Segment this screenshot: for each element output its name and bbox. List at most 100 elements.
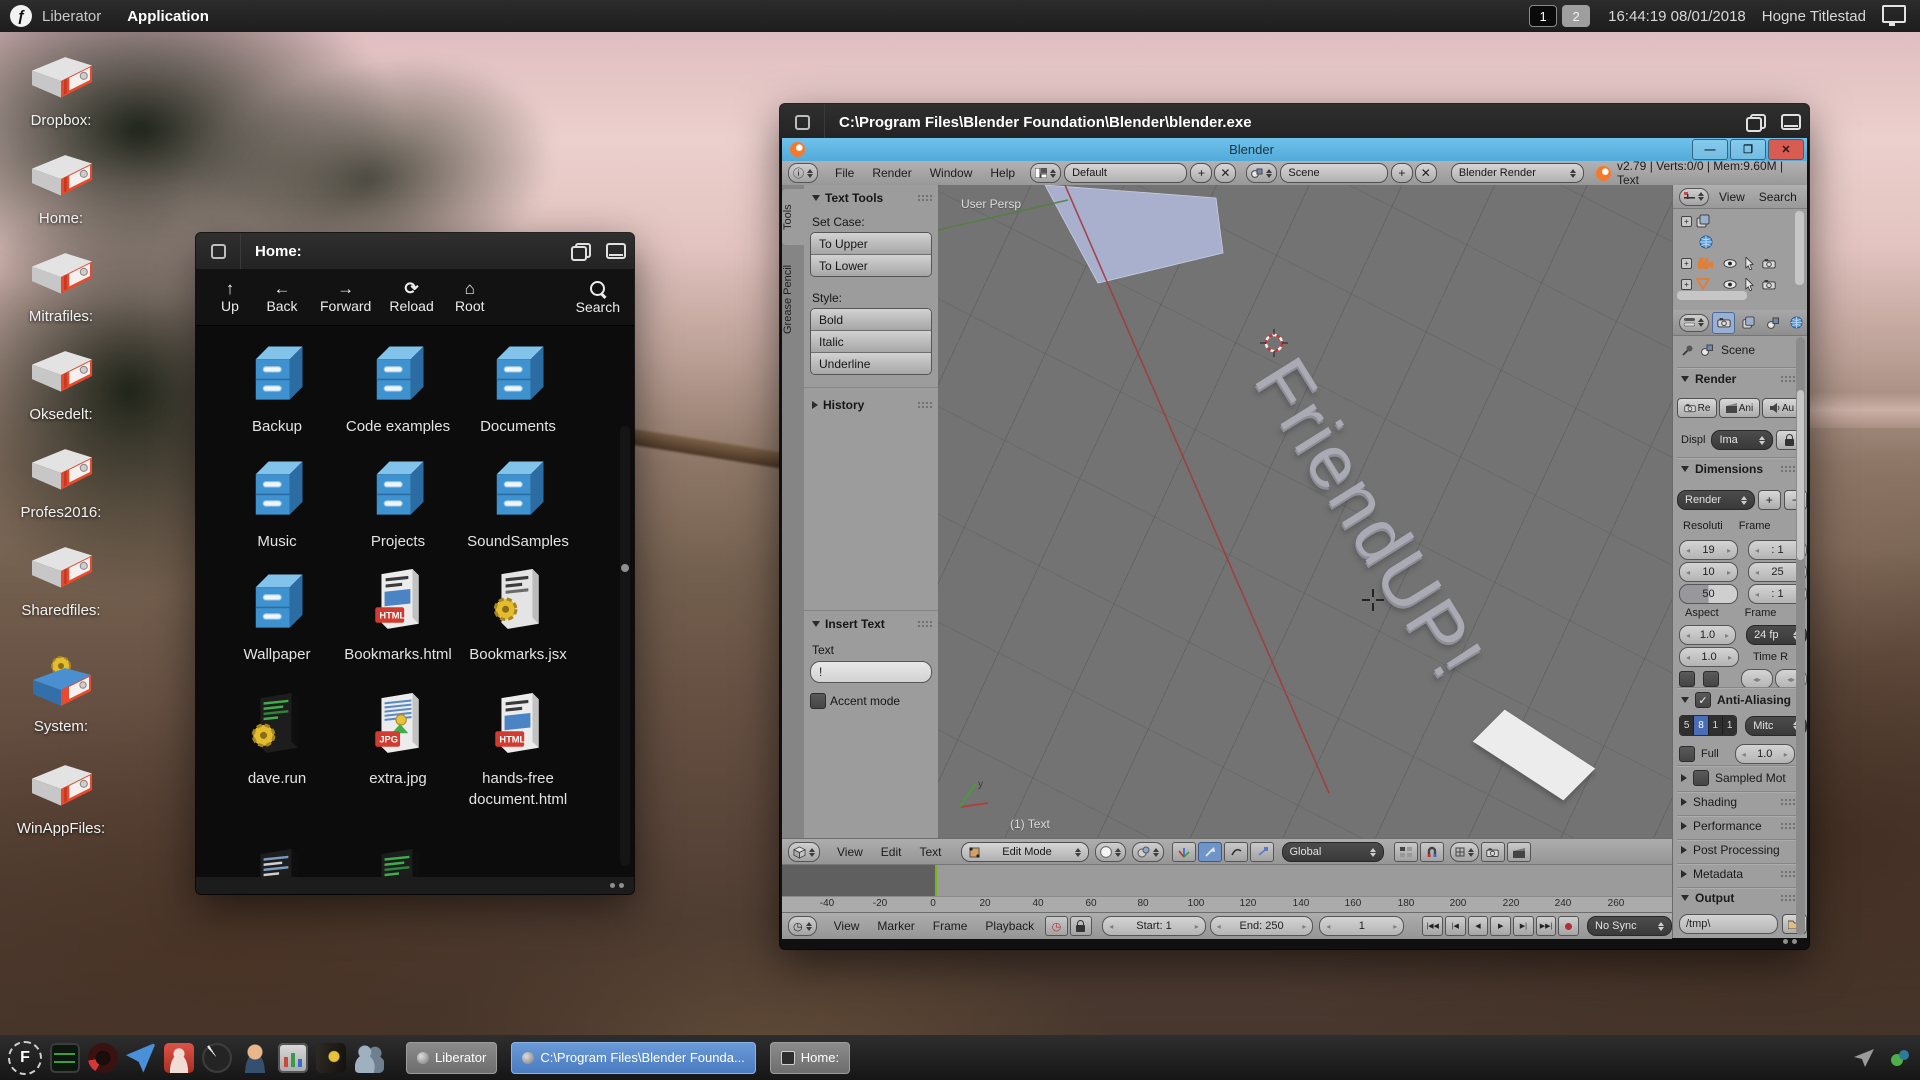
resolution-y-field[interactable]: ◂10▸ — [1679, 562, 1738, 582]
viewport-shading-select[interactable] — [1095, 842, 1126, 862]
menu-view[interactable]: View — [825, 919, 869, 933]
task-home[interactable]: Home: — [770, 1042, 850, 1074]
menu-text[interactable]: Text — [910, 845, 950, 859]
minimize-button[interactable]: — — [1692, 139, 1728, 160]
render-panel-header[interactable]: Render — [1673, 372, 1807, 386]
menu-search[interactable]: Search — [1759, 190, 1797, 204]
render-opengl-anim-button[interactable] — [1507, 842, 1531, 862]
sync-mode-select[interactable]: No Sync — [1587, 916, 1672, 936]
full-sample-checkbox[interactable] — [1679, 746, 1695, 762]
window-titlebar[interactable]: Home: — [196, 233, 634, 269]
sampled-motion-blur-panel-header[interactable]: Sampled Mot — [1673, 770, 1807, 786]
desktop-icon-sharedfiles[interactable]: Sharedfiles: — [0, 542, 122, 619]
panel-grip-icon[interactable] — [1780, 465, 1795, 473]
monitor-app-icon[interactable] — [278, 1043, 308, 1073]
underline-button[interactable]: Underline — [811, 352, 931, 374]
metadata-panel-header[interactable]: Metadata — [1673, 867, 1807, 881]
aa-samples-segmented[interactable]: 5811 — [1679, 715, 1737, 736]
task-blender[interactable]: C:\Program Files\Blender Founda... — [511, 1042, 755, 1074]
send-app-icon[interactable] — [126, 1043, 156, 1073]
resize-grip[interactable] — [610, 883, 624, 888]
panel-grip-icon[interactable] — [917, 620, 932, 628]
menu-liberator[interactable]: Liberator — [42, 8, 101, 25]
sampled-motion-checkbox[interactable] — [1693, 770, 1709, 786]
menu-marker[interactable]: Marker — [868, 919, 923, 933]
search-button[interactable]: Search — [576, 279, 620, 315]
anti-aliasing-checkbox[interactable]: ✓ — [1695, 692, 1711, 708]
up-button[interactable]: ↑ Up — [208, 280, 252, 314]
editor-type-button[interactable] — [1679, 314, 1709, 332]
window-depth-button[interactable] — [562, 233, 598, 269]
file-item-partial[interactable] — [217, 844, 337, 877]
insert-text-input[interactable] — [810, 661, 932, 683]
shading-panel-header[interactable]: Shading — [1673, 795, 1807, 809]
scene-icon-button[interactable] — [1246, 163, 1277, 183]
resize-grip[interactable] — [1783, 939, 1797, 944]
panel-grip-icon[interactable] — [1780, 894, 1795, 902]
outliner-row-scene[interactable]: + — [1673, 211, 1793, 231]
panel-grip-icon[interactable] — [1780, 798, 1795, 806]
menu-render[interactable]: Render — [863, 166, 920, 180]
menu-view[interactable]: View — [828, 845, 872, 859]
translate-manipulator-button[interactable] — [1198, 842, 1222, 862]
file-item[interactable]: extra.jpg — [338, 688, 458, 789]
snap-magnet-button[interactable] — [1420, 842, 1444, 862]
file-item[interactable]: Documents — [458, 336, 578, 437]
filter-size-field[interactable]: ◂1.0▸ — [1735, 744, 1795, 764]
accent-mode-checkbox[interactable] — [810, 693, 826, 709]
render-still-button[interactable]: Re — [1677, 398, 1717, 418]
dial-app-icon[interactable] — [202, 1043, 232, 1073]
add-layout-button[interactable]: + — [1190, 163, 1212, 183]
contacts-app-icon[interactable] — [354, 1043, 384, 1073]
render-opengl-button[interactable] — [1481, 842, 1505, 862]
reload-button[interactable]: ⟳ Reload — [389, 280, 433, 314]
expand-icon[interactable]: + — [1681, 258, 1692, 269]
desktop-icon-dropbox[interactable]: Dropbox: — [0, 52, 122, 129]
expand-icon[interactable]: + — [1681, 216, 1692, 227]
next-keyframe-button[interactable]: ▶| — [1513, 916, 1534, 936]
file-item[interactable]: Bookmarks.jsx — [458, 564, 578, 665]
menu-file[interactable]: File — [826, 166, 863, 180]
scrollbar[interactable] — [620, 426, 630, 866]
record-button[interactable] — [1558, 916, 1579, 936]
back-button[interactable]: ← Back — [260, 280, 304, 314]
panel-grip-icon[interactable] — [1780, 375, 1795, 383]
chat-app-icon[interactable] — [164, 1043, 194, 1073]
workspace-2-badge[interactable]: 2 — [1562, 5, 1590, 27]
menu-help[interactable]: Help — [981, 166, 1024, 180]
desktop-icon-oksedelt[interactable]: Oksedelt: — [0, 346, 122, 423]
play-reverse-button[interactable]: ◀ — [1468, 916, 1489, 936]
aspect-x-field[interactable]: ◂1.0▸ — [1679, 625, 1736, 645]
file-item[interactable]: Projects — [338, 451, 458, 552]
manipulator-axis-button[interactable] — [1172, 842, 1196, 862]
tab-grease-pencil[interactable]: Grease Pencil — [782, 247, 804, 351]
file-item[interactable]: Music — [217, 451, 337, 552]
layers-button[interactable] — [1394, 842, 1418, 862]
scrollbar-thumb[interactable] — [621, 564, 629, 572]
restore-button[interactable]: ❐ — [1730, 139, 1766, 160]
window-shade-button[interactable] — [1773, 104, 1809, 140]
time-remap-old-field[interactable]: ◂▸ — [1741, 669, 1773, 689]
rotate-manipulator-button[interactable] — [1224, 842, 1248, 862]
gauge-app-icon[interactable] — [88, 1043, 118, 1073]
add-scene-button[interactable]: + — [1391, 163, 1413, 183]
tab-scene[interactable] — [1762, 313, 1783, 333]
tab-world[interactable] — [1786, 313, 1807, 333]
tab-render-layers[interactable] — [1738, 313, 1759, 333]
anti-aliasing-panel-header[interactable]: ✓ Anti-Aliasing — [1673, 692, 1807, 708]
prev-keyframe-button[interactable]: |◀ — [1445, 916, 1466, 936]
file-item[interactable]: Bookmarks.html — [338, 564, 458, 665]
terminal-app-icon[interactable] — [50, 1043, 80, 1073]
add-preset-button[interactable]: + — [1758, 490, 1781, 510]
preview-range-clock-button[interactable]: ◷ — [1045, 916, 1068, 936]
resolution-x-field[interactable]: ◂19▸ — [1679, 540, 1738, 560]
delete-scene-button[interactable]: ✕ — [1415, 163, 1437, 183]
workspace-1-badge[interactable]: 1 — [1529, 5, 1557, 27]
screen-layout-select[interactable]: Default — [1064, 163, 1187, 183]
desktop-icon-mitrafiles[interactable]: Mitrafiles: — [0, 248, 122, 325]
border-checkbox[interactable] — [1679, 671, 1695, 687]
book-app-icon[interactable] — [316, 1043, 346, 1073]
insert-text-panel-header[interactable]: Insert Text — [804, 610, 938, 635]
scale-manipulator-button[interactable] — [1250, 842, 1274, 862]
editor-type-button[interactable]: ⓘ — [788, 163, 818, 183]
